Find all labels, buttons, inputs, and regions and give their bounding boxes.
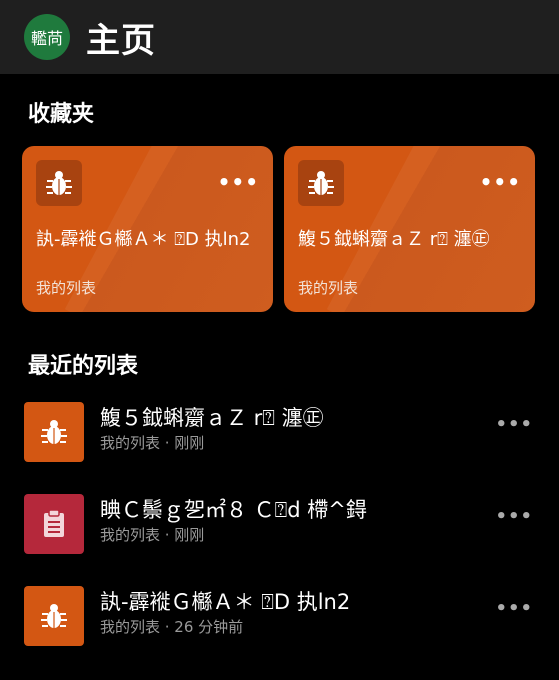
more-options-button[interactable]: ••• [480, 172, 521, 192]
list-item-title: 鰒５鉞蝌䶒ａＺ r⍰ 瀍㊣ [100, 406, 324, 430]
avatar[interactable]: 轞苘 [24, 14, 70, 60]
card-subtitle: 我的列表 [298, 279, 359, 297]
favorite-card[interactable]: ••• 鰒５鉞蝌䶒ａＺ r⍰ 瀍㊣ 我的列表 [284, 146, 535, 312]
card-subtitle: 我的列表 [36, 279, 97, 297]
more-options-button[interactable]: ••• [495, 416, 533, 434]
favorite-card[interactable]: ••• 訙-霹褷Ｇ㰃Ａ＊ ⍰D 执ln2 我的列表 [22, 146, 273, 312]
favorites-heading: 收藏夹 [28, 102, 95, 127]
more-options-button[interactable]: ••• [495, 600, 533, 618]
list-item-title: 訙-霹褷Ｇ㰃Ａ＊ ⍰D 执ln2 [100, 590, 351, 614]
list-item[interactable]: 鰒５鉞蝌䶒ａＺ r⍰ 瀍㊣ 我的列表 · 刚刚 ••• [0, 392, 559, 474]
list-item-subtitle: 我的列表 · 26 分钟前 [100, 618, 244, 636]
top-bar: 轞苘 主页 [0, 0, 559, 74]
more-options-button[interactable]: ••• [495, 508, 533, 526]
bug-icon [298, 160, 344, 206]
recent-lists-heading: 最近的列表 [28, 354, 139, 379]
list-item[interactable]: 睓Ｃ鬃ｇ乫㎡８ Ｃ⍰d 㯂^鍀 我的列表 · 刚刚 ••• [0, 484, 559, 566]
list-item-title: 睓Ｃ鬃ｇ乫㎡８ Ｃ⍰d 㯂^鍀 [100, 498, 367, 522]
list-item-subtitle: 我的列表 · 刚刚 [100, 526, 205, 544]
bug-icon [24, 586, 84, 646]
card-title: 訙-霹褷Ｇ㰃Ａ＊ ⍰D 执ln2 [36, 229, 251, 250]
card-title: 鰒５鉞蝌䶒ａＺ r⍰ 瀍㊣ [298, 229, 490, 250]
clipboard-icon [24, 494, 84, 554]
more-options-button[interactable]: ••• [218, 172, 259, 192]
bug-icon [36, 160, 82, 206]
list-item-subtitle: 我的列表 · 刚刚 [100, 434, 205, 452]
page-title: 主页 [86, 20, 156, 61]
bug-icon [24, 402, 84, 462]
list-item[interactable]: 訙-霹褷Ｇ㰃Ａ＊ ⍰D 执ln2 我的列表 · 26 分钟前 ••• [0, 576, 559, 658]
